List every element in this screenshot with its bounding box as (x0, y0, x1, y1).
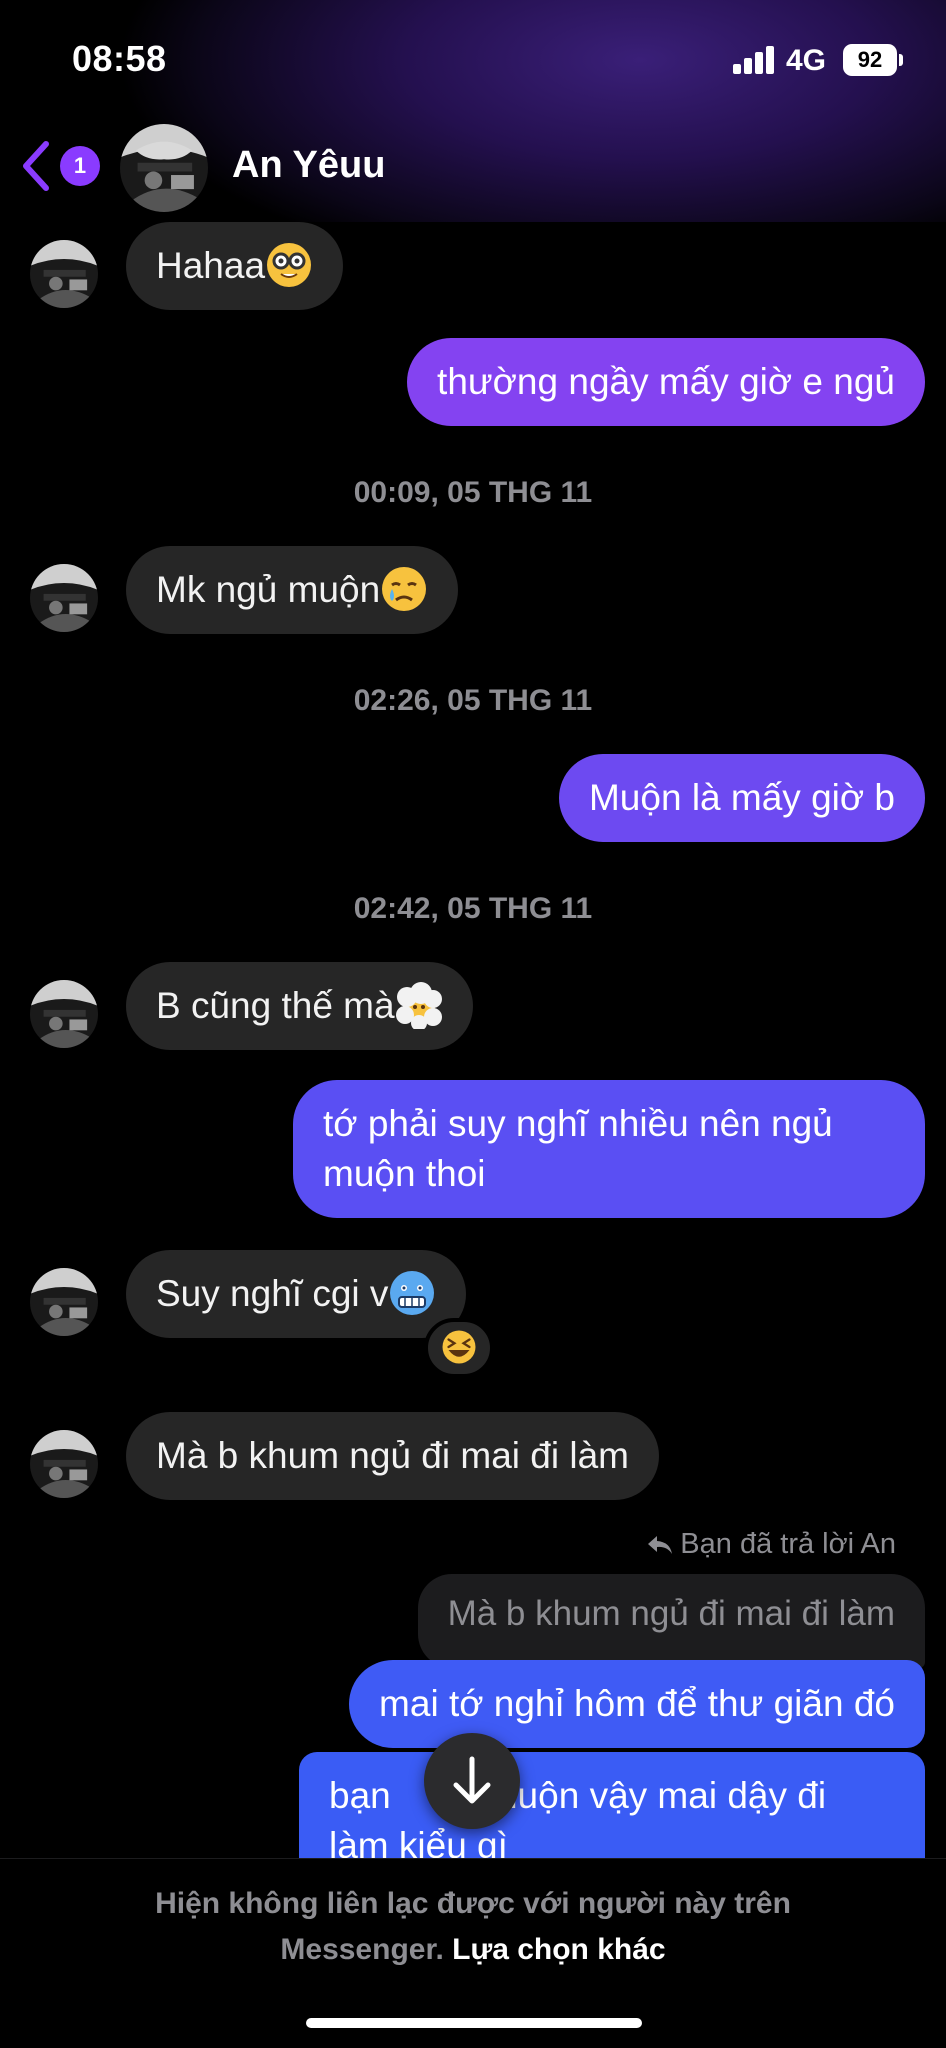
face-in-clouds-icon (395, 982, 442, 1030)
message-text: Mk ngủ muộn (156, 569, 381, 610)
message-incoming[interactable]: Mà b khum ngủ đi mai đi làm (126, 1412, 659, 1500)
sender-avatar[interactable] (30, 980, 98, 1048)
message-outgoing[interactable]: mai tớ nghỉ hôm để thư giãn đó (349, 1660, 925, 1748)
message-text: Hahaa (156, 245, 266, 286)
message-text: Muộn là mấy giờ b (588, 777, 895, 818)
reply-note: Bạn đã trả lời An (646, 1528, 896, 1561)
timestamp: 02:42, 05 THG 11 (353, 892, 593, 925)
message-text: Suy nghĩ cgi v (156, 1273, 389, 1314)
network-label: 4G (786, 44, 827, 77)
message-incoming[interactable]: Hahaa (126, 222, 344, 310)
home-indicator (306, 2018, 642, 2028)
message-outgoing[interactable]: thường ngầy mấy giờ e ngủ (407, 338, 925, 426)
message-outgoing[interactable]: tớ phải suy nghĩ nhiều nên ngủ muộn thoi (293, 1080, 925, 1218)
message-text: mai tớ nghỉ hôm để thư giãn đó (379, 1683, 895, 1724)
notice-line: Hiện không liên lạc được với người này t… (155, 1887, 791, 1920)
avatar-image (30, 240, 98, 308)
message-text-line: muộn thoi (323, 1153, 486, 1194)
unavailable-notice: Hiện không liên lạc được với người này t… (0, 1881, 946, 1973)
sender-avatar[interactable] (30, 240, 98, 308)
chevron-left-icon (23, 141, 49, 191)
sender-avatar[interactable] (30, 1430, 98, 1498)
reply-note-text: Bạn đã trả lời An (680, 1528, 896, 1560)
notice-text: Messenger. (280, 1933, 444, 1966)
message-incoming[interactable]: Suy nghĩ cgi v (126, 1250, 467, 1338)
quoted-text: Mà b khum ngủ đi mai đi làm (447, 1594, 895, 1633)
status-time: 08:58 (72, 38, 167, 79)
avatar-image (30, 564, 98, 632)
unread-badge: 1 (60, 146, 100, 186)
message-text: thường ngầy mấy giờ e ngủ (437, 361, 895, 402)
avatar-image (30, 980, 98, 1048)
battery-tip (899, 54, 903, 66)
message-incoming[interactable]: B cũng thế mà (126, 962, 473, 1050)
contact-name[interactable]: An Yêuu (232, 144, 385, 187)
timestamp: 02:26, 05 THG 11 (353, 684, 593, 717)
message-outgoing[interactable]: Muộn là mấy giờ b (558, 754, 925, 842)
cold-face-icon (390, 1271, 435, 1316)
message-text-part: muộn vậy mai dậy đi (486, 1775, 827, 1816)
signal-icon (733, 46, 775, 74)
crying-face-icon (382, 567, 427, 612)
scroll-to-bottom-button[interactable] (424, 1733, 520, 1829)
avatar-image (30, 1430, 98, 1498)
avatar-image (120, 124, 208, 212)
sender-avatar[interactable] (30, 564, 98, 632)
nerd-face-icon (267, 243, 312, 288)
arrow-down-icon (453, 1756, 491, 1804)
message-reaction[interactable] (424, 1318, 494, 1378)
message-text: B cũng thế mà (156, 985, 395, 1026)
message-incoming[interactable]: Mk ngủ muộn (126, 546, 459, 634)
message-text: Mà b khum ngủ đi mai đi làm (156, 1435, 629, 1476)
timestamp: 00:09, 05 THG 11 (353, 476, 593, 509)
quoted-message[interactable]: Mà b khum ngủ đi mai đi làm (417, 1574, 925, 1668)
back-button[interactable]: 1 (18, 138, 102, 194)
message-text-part: bạn (329, 1775, 391, 1816)
notice-line: Messenger. Lựa chọn khác (0, 1927, 946, 1973)
sender-avatar[interactable] (30, 1268, 98, 1336)
message-text-line: tớ phải suy nghĩ nhiều nên ngủ (323, 1103, 833, 1144)
battery-icon: 92 (843, 44, 897, 76)
avatar-image (30, 1268, 98, 1336)
message-text-line: bạn muộn vậy mai dậy đi (329, 1771, 895, 1821)
other-options-link[interactable]: Lựa chọn khác (452, 1933, 665, 1966)
reply-icon (648, 1536, 673, 1555)
status-bar: 08:58 4G 92 (0, 0, 946, 110)
contact-avatar[interactable] (120, 124, 208, 212)
grinning-squinting-face-icon (442, 1330, 476, 1364)
chat-header: 1 An Yêuu (0, 110, 946, 222)
